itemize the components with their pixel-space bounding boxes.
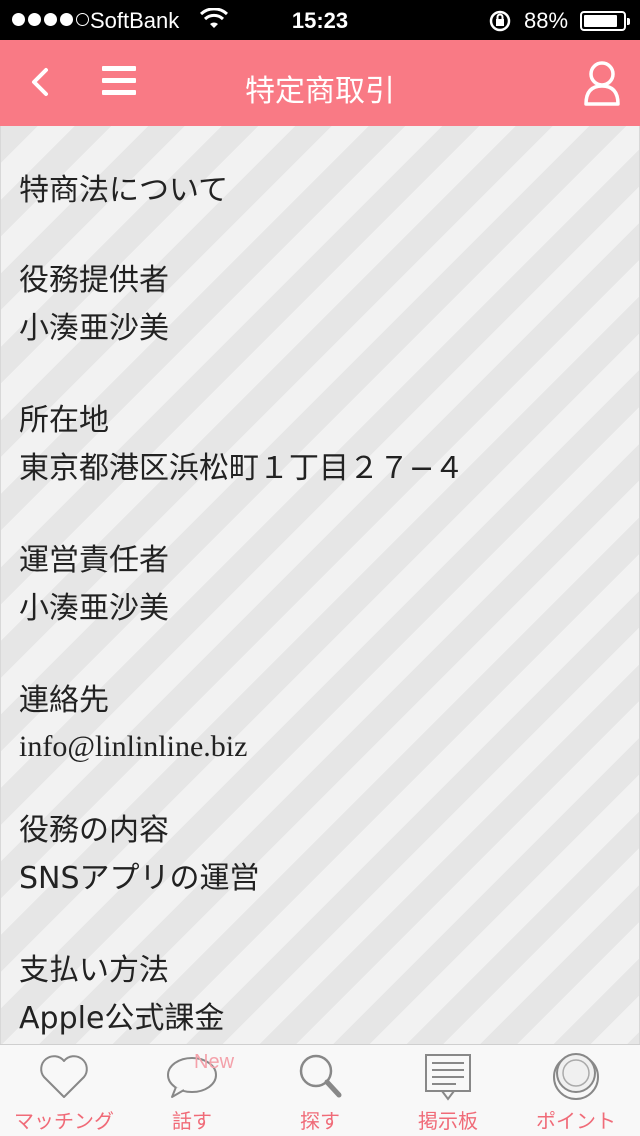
navigation-bar: 特定商取引 [0, 40, 640, 126]
battery-percent: 88% [524, 8, 569, 33]
provider-value: 小湊亜沙美 [19, 311, 169, 346]
contact-value: info@linlinline.biz [19, 730, 248, 763]
tab-bulletin-board[interactable]: 掲示板 [384, 1045, 512, 1136]
magnifier-icon [299, 1054, 342, 1098]
status-bar: SoftBank 15:23 88% [0, 0, 640, 40]
user-icon[interactable] [580, 58, 624, 108]
heart-icon [40, 1055, 88, 1098]
tab-label: 探す [300, 1109, 340, 1133]
tab-label: ポイント [536, 1109, 616, 1133]
bulletin-board-icon [425, 1054, 471, 1101]
new-badge: New [194, 1051, 235, 1073]
tab-matching[interactable]: マッチング [0, 1045, 128, 1136]
address-value: 東京都港区浜松町１丁目２７−４ [19, 451, 465, 486]
content-area[interactable]: 特商法について 役務提供者 小湊亜沙美 所在地 東京都港区浜松町１丁目２７−４ … [0, 126, 640, 1044]
tab-bar: マッチング New 話す 探す 掲示板 ポイント [0, 1044, 640, 1136]
manager-value: 小湊亜沙美 [19, 591, 169, 626]
payment-value: Apple公式課金 [19, 1001, 225, 1036]
service-value: SNSアプリの運営 [19, 861, 260, 896]
rotation-lock-icon [488, 9, 512, 39]
tab-label: 掲示板 [418, 1109, 478, 1133]
tab-label: マッチング [14, 1109, 114, 1133]
tab-label: 話す [172, 1109, 212, 1133]
payment-label: 支払い方法 [19, 953, 169, 988]
coin-icon [553, 1053, 599, 1100]
manager-label: 運営責任者 [19, 543, 169, 578]
section-heading: 特商法について [19, 173, 229, 208]
service-label: 役務の内容 [19, 813, 169, 848]
battery-icon [580, 11, 630, 31]
tab-talk[interactable]: New 話す [128, 1045, 256, 1136]
provider-label: 役務提供者 [19, 263, 169, 298]
tab-points[interactable]: ポイント [512, 1045, 640, 1136]
contact-label: 連絡先 [19, 683, 109, 718]
tab-search[interactable]: 探す [256, 1045, 384, 1136]
page-title: 特定商取引 [245, 74, 395, 109]
address-label: 所在地 [19, 403, 109, 438]
